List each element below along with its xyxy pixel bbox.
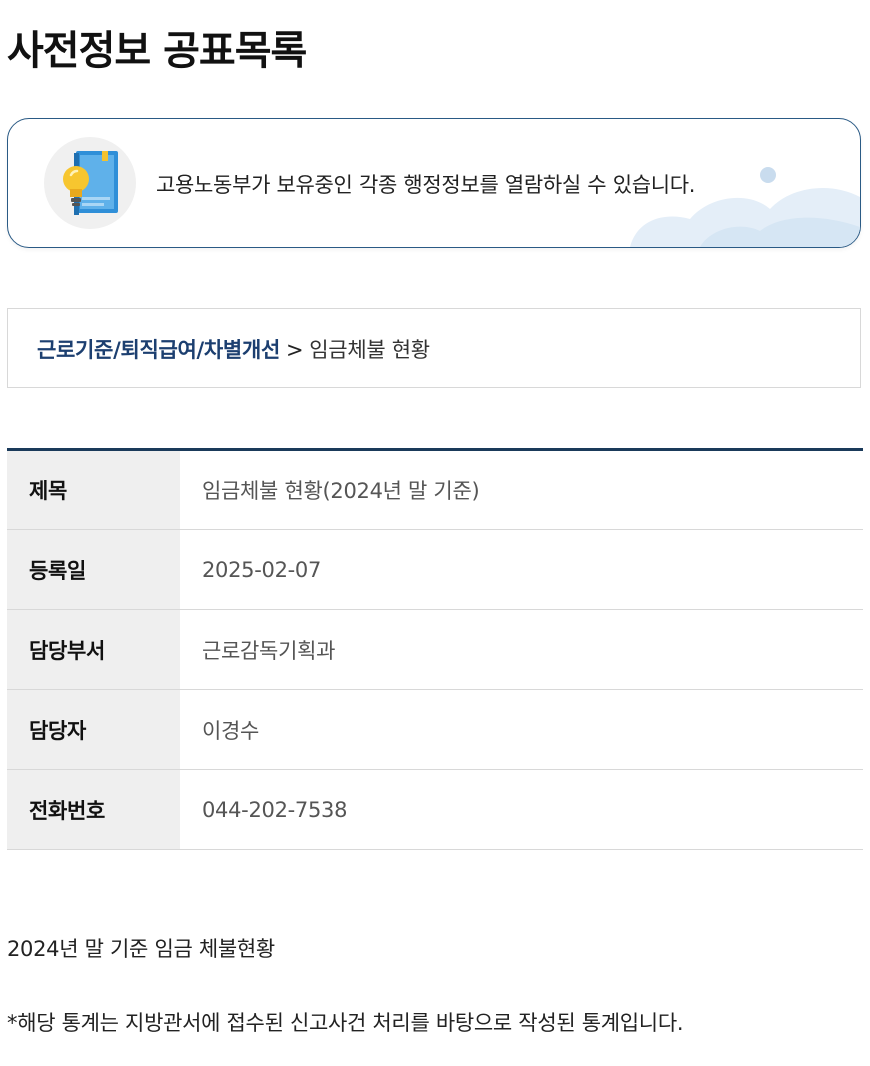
notice-text: 고용노동부가 보유중인 각종 행정정보를 열람하실 수 있습니다. xyxy=(156,173,696,197)
row-value-title: 임금체불 현황(2024년 말 기준) xyxy=(180,449,863,530)
row-label-department: 담당부서 xyxy=(7,609,180,690)
row-label-manager: 담당자 xyxy=(7,689,180,770)
content-heading: 2024년 말 기준 임금 체불현황 xyxy=(7,937,275,961)
row-value-manager: 이경수 xyxy=(180,689,863,770)
detail-table: 제목 임금체불 현황(2024년 말 기준) 등록일 2025-02-07 담당… xyxy=(7,448,863,850)
row-value-date: 2025-02-07 xyxy=(180,529,863,610)
notice-icon-badge xyxy=(44,137,136,229)
breadcrumb-parent-link[interactable]: 근로기준/퇴직급여/차별개선 xyxy=(37,338,280,362)
page-title: 사전정보 공표목록 xyxy=(7,28,307,74)
table-row: 등록일 2025-02-07 xyxy=(7,529,863,610)
table-row: 제목 임금체불 현황(2024년 말 기준) xyxy=(7,449,863,530)
breadcrumb-separator: > xyxy=(285,338,304,362)
breadcrumb-current: 임금체불 현황 xyxy=(309,338,430,362)
row-label-phone: 전화번호 xyxy=(7,769,180,850)
table-row: 담당자 이경수 xyxy=(7,689,863,770)
row-label-date: 등록일 xyxy=(7,529,180,610)
row-value-phone: 044-202-7538 xyxy=(180,769,863,850)
breadcrumb: 근로기준/퇴직급여/차별개선 > 임금체불 현황 xyxy=(7,308,861,388)
row-value-department: 근로감독기획과 xyxy=(180,609,863,690)
content-footnote: *해당 통계는 지방관서에 접수된 신고사건 처리를 바탕으로 작성된 통계입니… xyxy=(7,1011,684,1035)
notice-box: 고용노동부가 보유중인 각종 행정정보를 열람하실 수 있습니다. xyxy=(7,118,861,248)
row-label-title: 제목 xyxy=(7,449,180,530)
table-row: 담당부서 근로감독기획과 xyxy=(7,609,863,690)
table-row: 전화번호 044-202-7538 xyxy=(7,769,863,850)
lightbulb-book-icon xyxy=(63,151,118,215)
